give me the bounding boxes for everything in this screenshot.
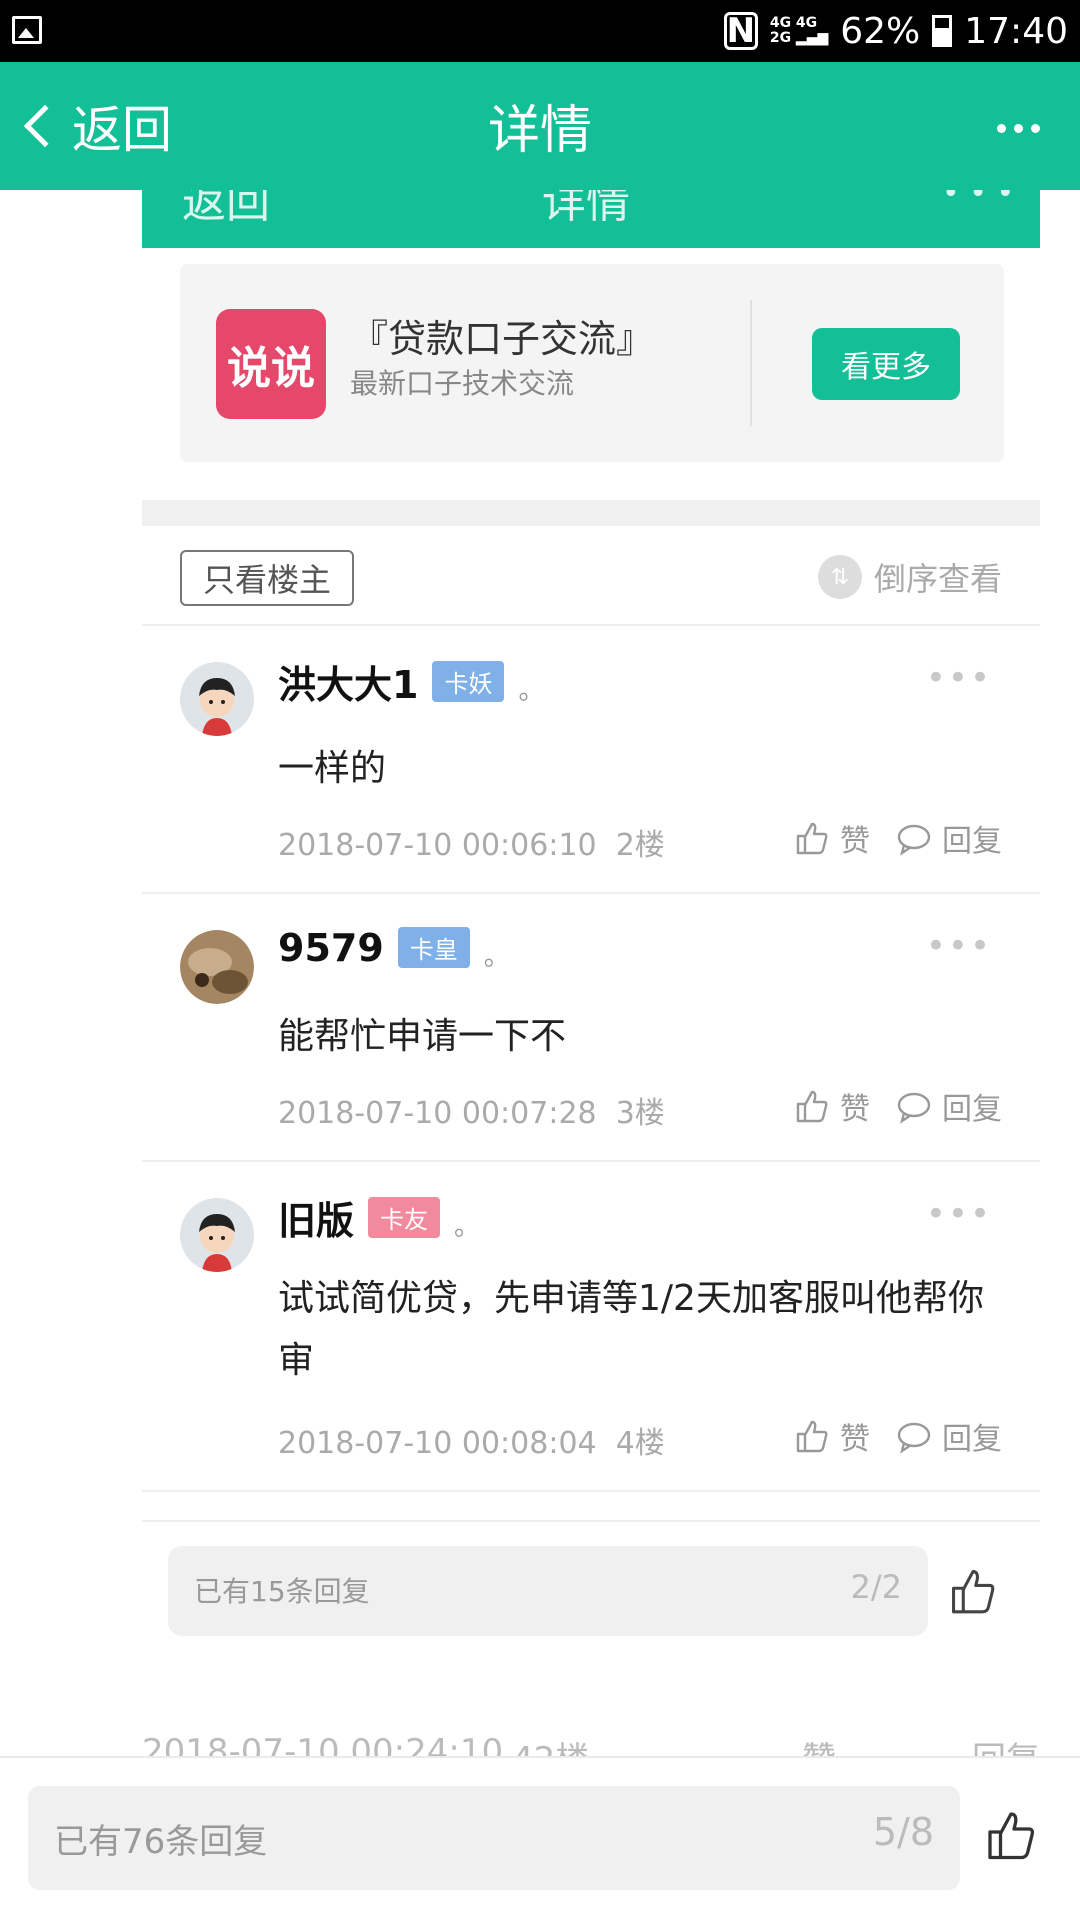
comment-bubble-icon [897, 1092, 931, 1124]
like-button[interactable]: 赞 [794, 1084, 870, 1128]
embedded-title: 详情 [542, 190, 630, 228]
comment-floor: 3楼 [615, 1096, 665, 1131]
reply-placeholder: 已有15条回复 [194, 1575, 370, 1608]
username[interactable]: 旧版 卡友 。 [278, 1190, 480, 1245]
reply-button[interactable]: 回复 [896, 1414, 1002, 1458]
avatar[interactable] [180, 1198, 254, 1272]
comment-item: 洪大大1 卡妖 。 ••• 一样的 2018-07-10 00:06:10 2楼… [142, 626, 1040, 894]
user-badge: 卡妖 [432, 661, 505, 702]
like-label: 赞 [840, 1422, 870, 1457]
like-button[interactable]: 赞 [794, 1414, 870, 1458]
embedded-more-icon: • • • [942, 190, 1015, 211]
comment-text: 一样的 [278, 748, 387, 789]
comment-item: 9579 卡皇 。 ••• 能帮忙申请一下不 2018-07-10 00:07:… [142, 894, 1040, 1162]
reply-input[interactable]: 已有76条回复 5/8 [28, 1786, 960, 1890]
username-suffix: 。 [518, 676, 545, 706]
comment-floor: 4楼 [615, 1426, 665, 1461]
comment-time: 2018-07-10 00:06:10 [278, 828, 597, 863]
comment-actions: 赞 回复 [794, 816, 1002, 860]
like-button[interactable]: 赞 [794, 816, 870, 860]
section-gap [142, 500, 1040, 526]
comment-meta: 2018-07-10 00:07:28 3楼 [278, 1088, 665, 1132]
username[interactable]: 9579 卡皇 。 [278, 922, 510, 973]
reply-label: 回复 [972, 1736, 1040, 1756]
username[interactable]: 洪大大1 卡妖 。 [278, 654, 544, 709]
user-badge: 卡友 [368, 1197, 441, 1238]
like-label: 赞 [802, 1736, 836, 1756]
comment-time: 2018-07-10 00:08:04 [278, 1426, 597, 1461]
owner-only-button[interactable]: 只看楼主 [180, 550, 354, 606]
comment-more-icon[interactable]: ••• [926, 926, 992, 966]
comment-more-icon[interactable]: ••• [926, 658, 992, 698]
like-label: 赞 [840, 824, 870, 859]
embedded-meta-row: 2018-07-10 00:24:10 42楼 赞 回复 [142, 1736, 1040, 1756]
reply-button[interactable]: 回复 [896, 1084, 1002, 1128]
like-label: 赞 [840, 1092, 870, 1127]
more-menu-icon[interactable] [997, 124, 1040, 133]
comment-meta: 2018-07-10 00:08:04 4楼 [278, 1418, 665, 1462]
comment-time: 2018-07-10 00:24:10 [142, 1736, 504, 1756]
page-indicator: 5/8 [872, 1810, 934, 1854]
nfc-icon: N [723, 11, 758, 51]
nav-bar: 返回 详情 [0, 62, 1080, 190]
signal-icon: 4G 4G 2G ▂▄▆ [769, 15, 829, 46]
embedded-reply-input[interactable]: 已有15条回复 2/2 [168, 1546, 928, 1636]
comment-actions: 赞 回复 [794, 1084, 1002, 1128]
reply-label: 回复 [942, 1092, 1002, 1127]
comment-actions: 赞 回复 [794, 1414, 1002, 1458]
page-indicator: 2/2 [850, 1568, 903, 1606]
reply-label: 回复 [942, 1422, 1002, 1457]
embedded-nav-bar: 返回 详情 • • • [142, 190, 1040, 248]
thumbs-up-icon [796, 1420, 828, 1453]
comment-text: 试试简优贷，先申请等1/2天加客服叫他帮你审 [278, 1278, 984, 1381]
promo-title: 『贷款口子交流』 [350, 317, 655, 361]
reverse-order-button[interactable]: ⇅ 倒序查看 [817, 554, 1002, 600]
comment-bubble-icon [897, 824, 931, 856]
comment-floor: 2楼 [615, 828, 665, 863]
comment-floor: 42楼 [512, 1736, 589, 1756]
comment-text: 能帮忙申请一下不 [278, 1016, 567, 1057]
thumbs-up-icon[interactable] [984, 1808, 1038, 1866]
see-more-button[interactable]: 看更多 [812, 328, 960, 400]
battery-percent: 62% [840, 10, 921, 52]
username-suffix: 。 [454, 1212, 481, 1242]
divider [750, 300, 752, 426]
username-text: 9579 [278, 925, 384, 970]
comment-item: 旧版 卡友 。 ••• 试试简优贷，先申请等1/2天加客服叫他帮你审 2018-… [142, 1162, 1040, 1492]
page-title: 详情 [487, 101, 592, 161]
bottom-reply-bar: 已有76条回复 5/8 [0, 1756, 1080, 1920]
clock: 17:40 [964, 10, 1068, 52]
divider [142, 1520, 1040, 1522]
thumbs-up-icon [796, 822, 828, 855]
status-bar: N 4G 4G 2G ▂▄▆ 62% 17:40 [0, 0, 1080, 62]
reply-placeholder: 已有76条回复 [54, 1822, 268, 1862]
comment-meta: 2018-07-10 00:06:10 2楼 [278, 820, 665, 864]
embedded-back-label: 返回 [182, 190, 270, 228]
app-logo: 说说 [216, 309, 326, 419]
comment-bubble-icon [897, 1422, 931, 1454]
comment-time: 2018-07-10 00:07:28 [278, 1096, 597, 1131]
image-notification-icon [12, 16, 42, 44]
username-text: 洪大大1 [278, 663, 419, 707]
promo-card[interactable]: 说说 『贷款口子交流』 最新口子技术交流 看更多 [180, 264, 1004, 462]
filter-bar: 只看楼主 ⇅ 倒序查看 [142, 526, 1040, 626]
reverse-order-label: 倒序查看 [873, 560, 1002, 598]
promo-subtitle: 最新口子技术交流 [350, 367, 575, 400]
username-text: 旧版 [278, 1199, 355, 1243]
user-badge: 卡皇 [397, 927, 470, 968]
username-suffix: 。 [483, 942, 510, 972]
thumbs-up-icon[interactable] [948, 1566, 998, 1620]
reply-label: 回复 [942, 824, 1002, 859]
battery-icon [932, 15, 953, 47]
thumbs-up-icon [796, 1090, 828, 1123]
sort-icon: ⇅ [817, 555, 862, 599]
avatar[interactable] [180, 662, 254, 736]
comment-more-icon[interactable]: ••• [926, 1194, 992, 1234]
reply-button[interactable]: 回复 [896, 816, 1002, 860]
avatar[interactable] [180, 930, 254, 1004]
